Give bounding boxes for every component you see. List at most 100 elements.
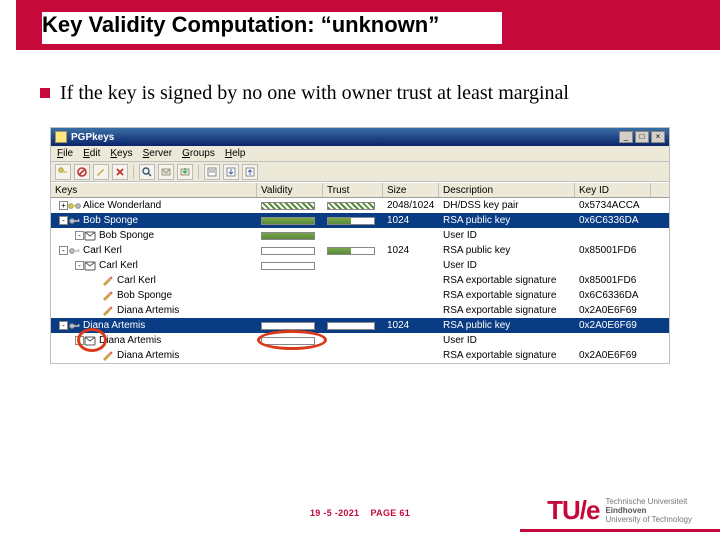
logo-slash: /e — [580, 495, 600, 525]
key-desc: User ID — [439, 258, 575, 273]
uid-icon — [84, 261, 96, 270]
key-desc: RSA public key — [439, 213, 575, 228]
tool-keypair-icon[interactable] — [55, 164, 71, 180]
col-keyid[interactable]: Key ID — [575, 183, 651, 197]
logo-tu: TU — [547, 495, 580, 525]
key-name: Diana Artemis — [83, 320, 145, 331]
key-desc: RSA public key — [439, 243, 575, 258]
menu-help[interactable]: Help — [225, 148, 246, 159]
logo-line1: Technische Universiteit — [605, 497, 692, 506]
menu-edit[interactable]: Edit — [83, 148, 100, 159]
tree-expander[interactable]: + — [59, 201, 68, 210]
logo-line2: Eindhoven — [605, 506, 692, 515]
tool-search-icon[interactable] — [139, 164, 155, 180]
table-row[interactable]: - Diana Artemis User ID — [51, 333, 669, 348]
table-row[interactable]: -Bob Sponge User ID — [51, 228, 669, 243]
table-row[interactable]: -Bob Sponge 1024RSA public key0x6C6336DA — [51, 213, 669, 228]
key-size — [383, 228, 439, 243]
tool-send-icon[interactable] — [158, 164, 174, 180]
key-size: 1024 — [383, 213, 439, 228]
toolbar — [51, 162, 669, 182]
table-row[interactable]: Carl Kerl RSA exportable signature0x8500… — [51, 273, 669, 288]
tool-recv-icon[interactable] — [177, 164, 193, 180]
key-id — [575, 228, 651, 243]
table-row[interactable]: Diana Artemis RSA exportable signature0x… — [51, 303, 669, 318]
bullet-item: If the key is signed by no one with owne… — [40, 80, 680, 107]
key-size: 2048/1024 — [383, 198, 439, 213]
key-id: 0x2A0E6F69 — [575, 348, 651, 363]
tree-expander[interactable]: - — [59, 246, 68, 255]
slide-title: Key Validity Computation: “unknown” — [42, 12, 502, 44]
tree-expander[interactable]: - — [59, 216, 68, 225]
tree-expander[interactable]: - — [75, 261, 84, 270]
tree-expander[interactable]: - — [59, 321, 68, 330]
key-icon — [68, 246, 80, 255]
footer-red-bar — [520, 529, 720, 532]
app-icon — [55, 131, 67, 143]
table-row[interactable]: - Carl Kerl 1024RSA public key0x85001FD6 — [51, 243, 669, 258]
menu-bar: File Edit Keys Server Groups Help — [51, 146, 669, 162]
col-trust[interactable]: Trust — [323, 183, 383, 197]
logo-text: Technische Universiteit Eindhoven Univer… — [605, 497, 692, 525]
tue-logo: TU/e Technische Universiteit Eindhoven U… — [547, 495, 692, 526]
tool-export-icon[interactable] — [242, 164, 258, 180]
tool-props-icon[interactable] — [204, 164, 220, 180]
key-name: Carl Kerl — [117, 275, 156, 286]
key-desc: RSA exportable signature — [439, 288, 575, 303]
keypair-icon — [68, 201, 80, 210]
tool-revoke-icon[interactable] — [74, 164, 90, 180]
maximize-button[interactable]: □ — [635, 131, 649, 143]
menu-keys[interactable]: Keys — [110, 148, 132, 159]
key-name: Bob Sponge — [83, 215, 138, 226]
col-size[interactable]: Size — [383, 183, 439, 197]
key-icon — [68, 321, 80, 330]
table-row[interactable]: Bob Sponge RSA exportable signature0x6C6… — [51, 288, 669, 303]
key-desc: RSA exportable signature — [439, 303, 575, 318]
key-size — [383, 288, 439, 303]
close-button[interactable]: × — [651, 131, 665, 143]
tool-import-icon[interactable] — [223, 164, 239, 180]
key-size — [383, 303, 439, 318]
sig-icon — [102, 276, 114, 285]
minimize-button[interactable]: _ — [619, 131, 633, 143]
menu-file[interactable]: File — [57, 148, 73, 159]
tree-expander[interactable]: - — [75, 336, 84, 345]
window-title: PGPkeys — [71, 132, 619, 143]
key-id: 0x2A0E6F69 — [575, 318, 651, 333]
key-name: Carl Kerl — [83, 245, 122, 256]
key-id: 0x5734ACCA — [575, 198, 651, 213]
col-description[interactable]: Description — [439, 183, 575, 197]
key-size: 1024 — [383, 243, 439, 258]
logo-line3: University of Technology — [605, 515, 692, 524]
menu-server[interactable]: Server — [143, 148, 172, 159]
table-row[interactable]: +Alice Wonderland 2048/1024DH/DSS key pa… — [51, 198, 669, 213]
key-name: Carl Kerl — [99, 260, 138, 271]
col-validity[interactable]: Validity — [257, 183, 323, 197]
key-desc: RSA public key — [439, 318, 575, 333]
key-name: Diana Artemis — [117, 305, 179, 316]
sig-icon — [102, 351, 114, 360]
key-size — [383, 273, 439, 288]
key-desc: RSA exportable signature — [439, 348, 575, 363]
table-row[interactable]: Diana Artemis RSA exportable signature0x… — [51, 348, 669, 363]
key-name: Bob Sponge — [99, 230, 154, 241]
key-id: 0x85001FD6 — [575, 273, 651, 288]
sig-icon — [102, 291, 114, 300]
key-desc: DH/DSS key pair — [439, 198, 575, 213]
window-titlebar[interactable]: PGPkeys _ □ × — [51, 128, 669, 146]
col-keys[interactable]: Keys — [51, 183, 257, 197]
key-id: 0x85001FD6 — [575, 243, 651, 258]
tool-sign-icon[interactable] — [93, 164, 109, 180]
key-id — [575, 333, 651, 348]
key-desc: User ID — [439, 333, 575, 348]
tree-expander[interactable]: - — [75, 231, 84, 240]
menu-groups[interactable]: Groups — [182, 148, 215, 159]
key-id: 0x6C6336DA — [575, 288, 651, 303]
tool-delete-icon[interactable] — [112, 164, 128, 180]
table-row[interactable]: - Carl Kerl User ID — [51, 258, 669, 273]
key-grid: +Alice Wonderland 2048/1024DH/DSS key pa… — [51, 198, 669, 363]
table-row[interactable]: -Diana Artemis 1024RSA public key0x2A0E6… — [51, 318, 669, 333]
column-header-row: Keys Validity Trust Size Description Key… — [51, 182, 669, 198]
uid-icon — [84, 336, 96, 345]
key-name: Diana Artemis — [99, 335, 161, 346]
